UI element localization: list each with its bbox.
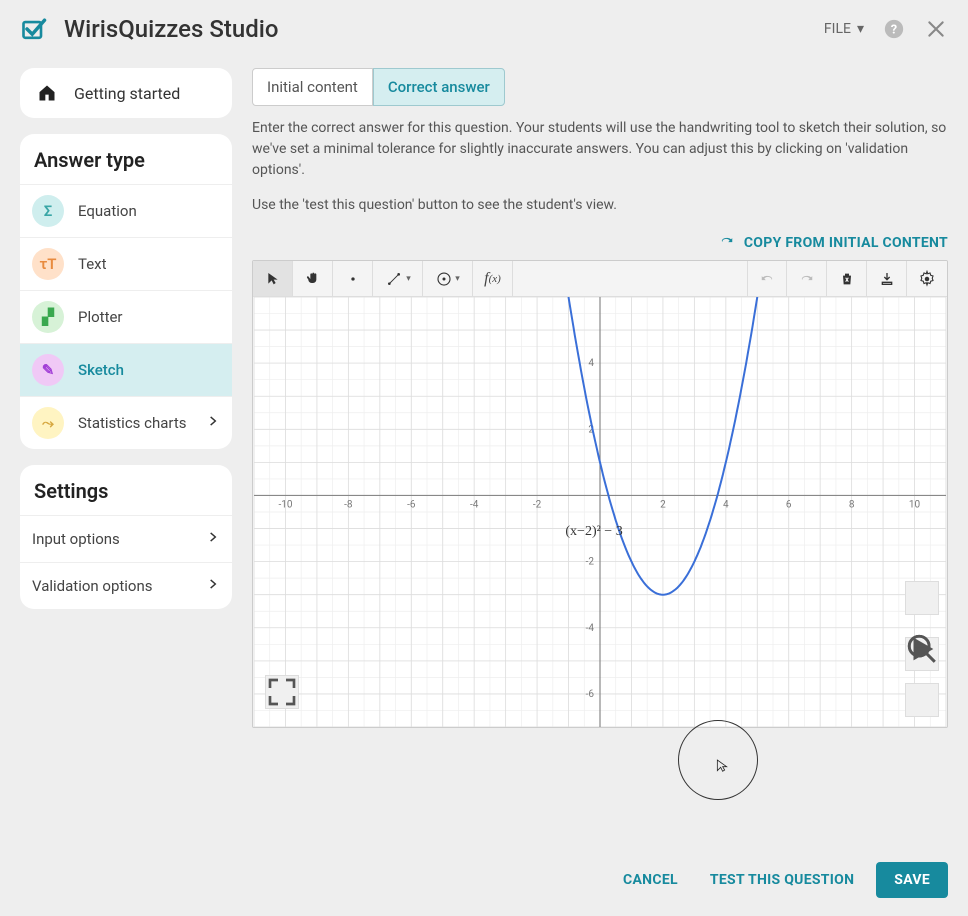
text-icon: τT (32, 248, 64, 280)
tool-download[interactable] (867, 261, 907, 296)
copy-label: COPY FROM INITIAL CONTENT (744, 235, 948, 251)
answer-type-header: Answer type (20, 134, 232, 184)
answer-type-text[interactable]: τT Text (20, 237, 232, 290)
svg-text:?: ? (891, 23, 897, 38)
svg-text:(x−2)² − 3: (x−2)² − 3 (565, 524, 622, 539)
svg-text:4: 4 (723, 499, 729, 510)
tool-settings[interactable] (907, 261, 947, 296)
answer-type-label: Equation (78, 202, 137, 220)
answer-type-sketch[interactable]: ✎ Sketch (20, 343, 232, 396)
equation-icon: Σ (32, 195, 64, 227)
svg-text:-6: -6 (586, 689, 595, 700)
svg-text:4: 4 (588, 358, 594, 369)
test-question-button[interactable]: TEST THIS QUESTION (700, 862, 864, 898)
settings-item-label: Input options (32, 530, 120, 548)
content-area: Initial contentCorrect answer Enter the … (252, 58, 968, 728)
copy-from-initial-button[interactable]: COPY FROM INITIAL CONTENT (718, 234, 948, 252)
cursor-arrow-icon (714, 758, 730, 779)
answer-type-panel: Answer type Σ Equation τT Text ▞ Plotter ✎ Sket… (20, 134, 232, 449)
getting-started-label: Getting started (74, 84, 180, 103)
content-tabs: Initial contentCorrect answer (252, 68, 948, 106)
settings-panel: Settings Input options Validation options (20, 465, 232, 609)
answer-type-statistics-charts[interactable]: ⤳ Statistics charts (20, 396, 232, 449)
answer-type-plotter[interactable]: ▞ Plotter (20, 290, 232, 343)
plot-canvas[interactable]: -10-8-6-4-2246810-6-4-224(x−2)² − 3 (253, 297, 947, 727)
cursor-highlight-ring (678, 720, 758, 800)
save-button[interactable]: SAVE (876, 862, 948, 898)
zoom-out-button[interactable] (905, 683, 939, 717)
chevron-down-icon: ▾ (857, 21, 864, 37)
tool-line-dropdown[interactable]: ▾ (373, 261, 423, 296)
file-menu-label: FILE (824, 21, 851, 37)
settings-item-label: Validation options (32, 577, 153, 595)
footer-actions: CANCEL TEST THIS QUESTION SAVE (593, 844, 968, 916)
home-icon (36, 82, 58, 104)
plotter-icon: ▞ (32, 301, 64, 333)
svg-text:6: 6 (786, 499, 792, 510)
answer-type-label: Sketch (78, 361, 124, 379)
app-title: WirisQuizzes Studio (64, 15, 824, 43)
redo-arrow-icon (718, 234, 736, 252)
svg-text:-6: -6 (407, 499, 416, 510)
chevron-down-icon: ▾ (455, 274, 460, 284)
plot-toolbar: ▾ ▾ f(x) (253, 261, 947, 297)
statistics-charts-icon: ⤳ (32, 407, 64, 439)
tool-redo[interactable] (787, 261, 827, 296)
app-header: WirisQuizzes Studio FILE ▾ ? (0, 0, 968, 58)
tool-point[interactable] (333, 261, 373, 296)
svg-text:-4: -4 (470, 499, 479, 510)
close-icon[interactable] (924, 17, 948, 41)
chevron-down-icon: ▾ (406, 274, 411, 284)
chevron-right-icon (206, 577, 220, 595)
app-logo (20, 15, 48, 43)
settings-input-options[interactable]: Input options (20, 515, 232, 562)
sidebar: Getting started Answer type Σ Equation τT T… (20, 58, 232, 728)
tab-initial-content[interactable]: Initial content (252, 68, 373, 106)
tool-select-arrow[interactable] (253, 261, 293, 296)
instruction-1: Enter the correct answer for this questi… (252, 118, 948, 181)
answer-type-label: Plotter (78, 308, 123, 326)
sketch-icon: ✎ (32, 354, 64, 386)
settings-validation-options[interactable]: Validation options (20, 562, 232, 609)
file-menu[interactable]: FILE ▾ (824, 21, 864, 37)
tool-delete[interactable] (827, 261, 867, 296)
svg-text:2: 2 (660, 499, 666, 510)
svg-text:8: 8 (849, 499, 855, 510)
svg-text:10: 10 (909, 499, 921, 510)
tool-function[interactable]: f(x) (473, 261, 513, 296)
plot-editor: ▾ ▾ f(x) (252, 260, 948, 728)
settings-header: Settings (20, 465, 232, 515)
svg-text:-2: -2 (586, 557, 595, 568)
fullscreen-button[interactable] (265, 675, 299, 709)
chevron-right-icon (206, 530, 220, 548)
getting-started-button[interactable]: Getting started (20, 68, 232, 118)
cancel-button[interactable]: CANCEL (613, 862, 688, 898)
answer-type-label: Text (78, 255, 107, 273)
svg-text:-10: -10 (278, 499, 292, 510)
tool-undo[interactable] (747, 261, 787, 296)
instruction-2: Use the 'test this question' button to s… (252, 195, 948, 216)
header-actions: FILE ▾ ? (824, 17, 948, 41)
svg-text:-2: -2 (533, 499, 542, 510)
tab-correct-answer[interactable]: Correct answer (373, 68, 505, 106)
answer-type-label: Statistics charts (78, 414, 187, 432)
svg-text:-4: -4 (586, 623, 595, 634)
tool-hand[interactable] (293, 261, 333, 296)
chevron-right-icon (206, 414, 220, 432)
instructions: Enter the correct answer for this questi… (252, 118, 948, 230)
help-icon[interactable]: ? (882, 17, 906, 41)
svg-text:-8: -8 (344, 499, 353, 510)
answer-type-equation[interactable]: Σ Equation (20, 184, 232, 237)
tool-circle-dropdown[interactable]: ▾ (423, 261, 473, 296)
plot-zoom-controls (905, 581, 939, 717)
